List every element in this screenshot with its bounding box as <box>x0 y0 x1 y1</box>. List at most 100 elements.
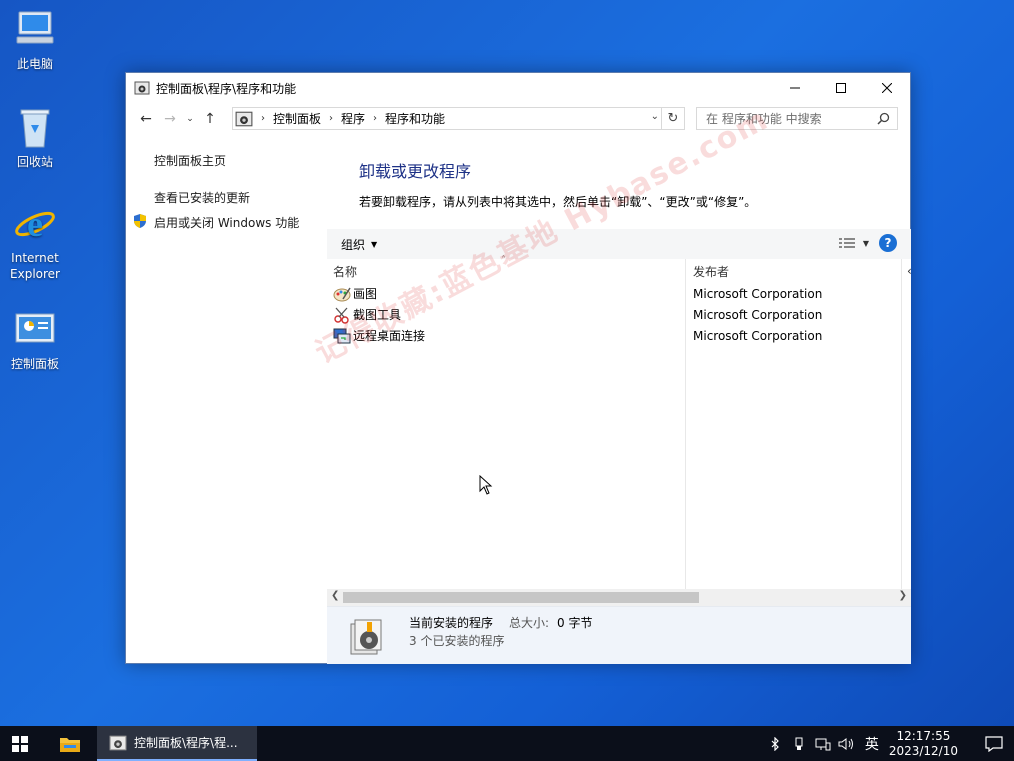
task-label: 控制面板\程序\程... <box>134 736 238 750</box>
help-icon: ? <box>884 236 892 250</box>
breadcrumb-programs[interactable]: 程序 <box>341 110 365 127</box>
program-publisher: Microsoft Corporation <box>693 307 823 322</box>
programs-and-features-window: 控制面板\程序\程序和功能 ← → ⌄ ↑ › 控制面板 › 程序 › 程序和功… <box>125 72 912 664</box>
sort-ascending-icon: ˄ <box>501 255 506 266</box>
page-description: 若要卸载程序，请从列表中将其选中，然后单击“卸载”、“更改”或“修复”。 <box>359 195 757 209</box>
window-title: 控制面板\程序\程序和功能 <box>156 81 297 96</box>
chevron-right-icon: › <box>261 113 265 124</box>
desktop-icon-this-pc[interactable]: 此电脑 <box>4 6 66 72</box>
recent-locations-button[interactable]: ⌄ <box>182 107 198 131</box>
column-header-label: 名称 <box>333 264 358 279</box>
list-item[interactable]: 远程桌面连接 Microsoft Corporation <box>327 325 911 346</box>
clock[interactable]: 12:17:55 2023/12/10 <box>889 729 958 759</box>
truncated-text: ‹ <box>907 264 912 278</box>
clock-time: 12:17:55 <box>896 728 951 743</box>
column-header-label: 发布者 <box>693 264 730 279</box>
scroll-right-icon[interactable]: ❯ <box>899 590 907 601</box>
column-header-publisher[interactable]: 发布者 <box>693 259 729 283</box>
start-button[interactable] <box>0 726 40 761</box>
scroll-left-icon[interactable]: ❮ <box>331 590 339 601</box>
details-pane: 当前安装的程序 总大小: 0 字节 3 个已安装的程序 <box>327 606 911 664</box>
back-button[interactable]: ← <box>134 107 158 131</box>
maximize-icon <box>836 83 846 93</box>
total-size-value: 0 字节 <box>557 616 593 630</box>
link-view-installed-updates[interactable]: 查看已安装的更新 <box>154 189 250 206</box>
arrow-up-icon: ↑ <box>204 111 216 127</box>
internet-explorer-icon: e <box>12 200 58 246</box>
desktop-icon-label: 回收站 <box>16 155 53 169</box>
taskbar-task-control-panel[interactable]: 控制面板\程序\程... <box>97 726 257 761</box>
desktop-icon-control-panel[interactable]: 控制面板 <box>4 306 66 372</box>
refresh-icon: ↻ <box>667 111 679 126</box>
close-button[interactable] <box>864 73 910 103</box>
link-turn-windows-features[interactable]: 启用或关闭 Windows 功能 <box>154 214 299 231</box>
column-header-name[interactable]: 名称 <box>333 259 357 283</box>
list-item[interactable]: 画图 Microsoft Corporation <box>327 283 911 304</box>
installed-count: 3 个已安装的程序 <box>409 634 505 648</box>
minimize-icon <box>790 87 800 89</box>
snipping-tool-icon <box>334 307 349 324</box>
maximize-button[interactable] <box>818 73 864 103</box>
network-icon[interactable] <box>813 734 833 754</box>
address-bar[interactable]: › 控制面板 › 程序 › 程序和功能 ⌄ <box>232 107 662 130</box>
list-item[interactable]: 截图工具 Microsoft Corporation <box>327 304 911 325</box>
horizontal-scrollbar[interactable]: ❮ ❯ <box>327 589 911 606</box>
volume-icon[interactable] <box>837 734 857 754</box>
chevron-right-icon: › <box>373 113 378 124</box>
control-panel-icon <box>134 81 150 95</box>
view-options-button[interactable]: ▼ <box>838 237 869 249</box>
installer-box-icon <box>350 619 382 655</box>
search-icon <box>877 112 890 125</box>
taskbar-file-explorer[interactable] <box>50 726 90 761</box>
column-header-next[interactable]: ‹ <box>907 259 912 283</box>
programs-list: ˄ 名称 发布者 ‹ 画图 Microsoft Corporation 截图工具… <box>327 255 912 589</box>
link-control-panel-home[interactable]: 控制面板主页 <box>154 152 226 169</box>
up-button[interactable]: ↑ <box>198 107 222 131</box>
notification-center-button[interactable] <box>974 726 1014 761</box>
control-panel-icon <box>12 306 58 352</box>
program-name: 画图 <box>353 287 378 301</box>
help-button[interactable]: ? <box>879 234 897 252</box>
forward-button[interactable]: → <box>158 107 182 131</box>
taskbar: 控制面板\程序\程... 英 12:17:55 2023/12/10 <box>0 726 1014 761</box>
navigation-bar: ← → ⌄ ↑ › 控制面板 › 程序 › 程序和功能 ⌄ ↻ 在 程序和功能 … <box>126 103 910 135</box>
breadcrumb-control-panel[interactable]: 控制面板 <box>273 110 321 127</box>
control-panel-icon <box>235 111 253 126</box>
arrow-right-icon: → <box>164 111 176 127</box>
folder-icon <box>60 737 80 752</box>
details-view-icon <box>838 238 855 248</box>
shield-icon <box>134 214 146 228</box>
input-method-indicator[interactable]: 英 <box>865 734 879 754</box>
title-bar[interactable]: 控制面板\程序\程序和功能 <box>126 73 910 103</box>
chevron-right-icon: › <box>329 113 334 124</box>
caret-down-icon: ▼ <box>371 239 378 249</box>
breadcrumb-programs-and-features[interactable]: 程序和功能 <box>385 110 445 127</box>
notification-icon <box>985 735 1003 752</box>
chevron-down-icon: ⌄ <box>186 114 194 124</box>
refresh-button[interactable]: ↻ <box>662 107 685 130</box>
page-title: 卸载或更改程序 <box>359 162 472 181</box>
desktop-icon-label: Internet Explorer <box>10 251 60 281</box>
organize-button[interactable]: 组织 ▼ <box>341 236 377 253</box>
mouse-cursor-icon <box>479 475 493 495</box>
program-name: 截图工具 <box>353 308 402 322</box>
desktop-icon-recycle-bin[interactable]: 回收站 <box>4 104 66 170</box>
desktop-icon-label: 控制面板 <box>10 357 59 371</box>
recycle-bin-icon <box>12 104 58 150</box>
total-size-label: 总大小: <box>509 616 550 630</box>
bluetooth-icon[interactable] <box>765 734 785 754</box>
system-tray: 英 12:17:55 2023/12/10 <box>765 726 1014 761</box>
scrollbar-thumb[interactable] <box>343 592 699 603</box>
minimize-button[interactable] <box>772 73 818 103</box>
search-input[interactable]: 在 程序和功能 中搜索 <box>696 107 898 130</box>
address-dropdown-icon[interactable]: ⌄ <box>651 111 659 122</box>
desktop-icon-label: 此电脑 <box>16 57 53 71</box>
caret-down-icon: ▼ <box>862 238 869 248</box>
program-name: 远程桌面连接 <box>353 329 426 343</box>
usb-device-icon[interactable] <box>789 734 809 754</box>
search-placeholder: 在 程序和功能 中搜索 <box>706 112 822 126</box>
desktop-icon-internet-explorer[interactable]: e Internet Explorer <box>4 200 66 282</box>
clock-date: 2023/12/10 <box>888 743 958 758</box>
close-icon <box>882 83 892 93</box>
program-publisher: Microsoft Corporation <box>693 328 823 343</box>
